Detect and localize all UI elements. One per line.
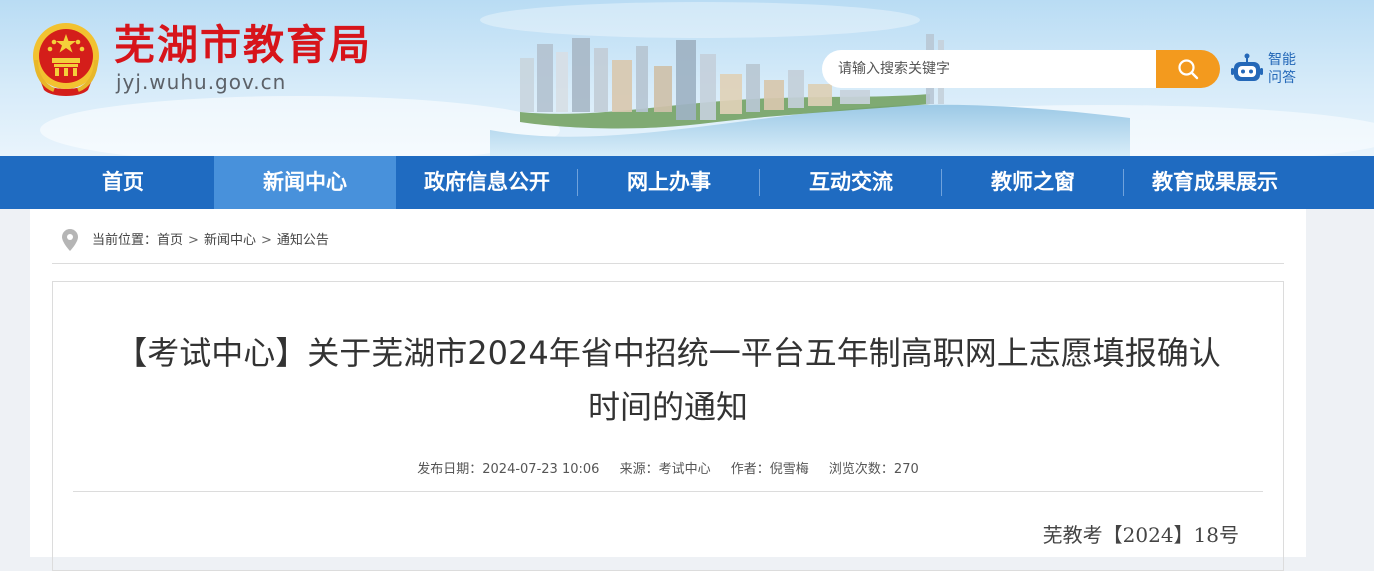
ai-assistant-button[interactable]: 智能 问答 [1230, 49, 1310, 89]
nav-item-home[interactable]: 首页 [32, 156, 214, 209]
breadcrumb-prefix: 当前位置： [92, 233, 158, 248]
article-source: 来源：考试中心 [619, 462, 711, 477]
breadcrumb-home[interactable]: 首页 [157, 233, 183, 248]
content-area: 当前位置：首页 > 新闻中心 > 通知公告 【考试中心】关于芜湖市2024年省中招统一平… [30, 209, 1306, 571]
site-title: 芜湖市教育局 [114, 21, 372, 69]
site-domain: jyj.wuhu.gov.cn [116, 70, 287, 94]
nav-item-online-services[interactable]: 网上办事 [578, 156, 760, 209]
ai-assistant-label: 智能 问答 [1268, 52, 1296, 86]
divider [73, 491, 1263, 492]
breadcrumb: 当前位置：首页 > 新闻中心 > 通知公告 [52, 209, 1284, 264]
nav-item-achievements[interactable]: 教育成果展示 [1124, 156, 1306, 209]
document-number: 芜教考【2024】18号 [1042, 523, 1239, 547]
nav-item-interaction[interactable]: 互动交流 [760, 156, 942, 209]
article-title: 【考试中心】关于芜湖市2024年省中招统一平台五年制高职网上志愿填报确认 时间的… [115, 334, 1221, 426]
breadcrumb-notices[interactable]: 通知公告 [277, 233, 329, 248]
national-emblem-icon [33, 23, 99, 96]
search-input[interactable] [822, 50, 1156, 88]
main-nav: 首页 新闻中心 政府信息公开 网上办事 互动交流 教师之窗 教育成果展示 [0, 156, 1374, 209]
nav-item-news[interactable]: 新闻中心 [214, 156, 396, 209]
breadcrumb-separator: > [260, 233, 272, 248]
site-header: 芜湖市教育局 jyj.wuhu.gov.cn 智能 问答 [0, 0, 1374, 156]
robot-icon [1231, 53, 1263, 81]
nav-item-teachers[interactable]: 教师之窗 [942, 156, 1124, 209]
article-meta: 发布日期：2024-07-23 10:06 来源：考试中心 作者：倪雪梅 浏览次… [53, 458, 1283, 477]
nav-item-gov-info[interactable]: 政府信息公开 [396, 156, 578, 209]
article-author: 作者：倪雪梅 [730, 462, 809, 477]
search-button[interactable] [1156, 50, 1220, 88]
search-icon [1178, 59, 1199, 80]
location-pin-icon [62, 229, 78, 251]
breadcrumb-news[interactable]: 新闻中心 [204, 233, 256, 248]
view-count: 浏览次数：270 [828, 462, 919, 477]
article-panel: 【考试中心】关于芜湖市2024年省中招统一平台五年制高职网上志愿填报确认 时间的… [52, 281, 1284, 571]
breadcrumb-separator: > [188, 233, 199, 248]
publish-date: 发布日期：2024-07-23 10:06 [417, 462, 600, 477]
